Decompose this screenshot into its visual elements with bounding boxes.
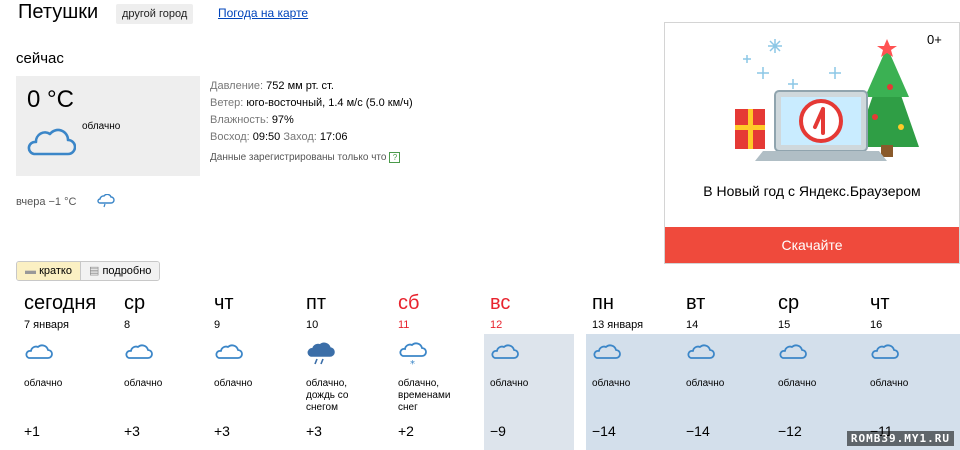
tab-detailed-label: подробно (102, 265, 152, 277)
day-name: вт (686, 292, 706, 314)
day-name: чт (214, 292, 234, 314)
day-name: чт (870, 292, 890, 314)
day-temperature: +3 (214, 423, 230, 439)
day-temperature: +3 (306, 423, 322, 439)
cloud-snow-icon: * (398, 342, 428, 373)
day-date: 12 (490, 319, 503, 331)
cloud-icon (124, 342, 154, 367)
forecast-day[interactable]: вт 14 облачно −14 (686, 292, 778, 439)
tab-short[interactable]: ▬ кратко (17, 262, 81, 280)
day-temperature: −12 (778, 423, 802, 439)
cloud-icon (592, 342, 622, 367)
day-name: вс (490, 292, 511, 314)
day-date: 7 января (24, 319, 69, 331)
data-note-text: Данные зарегистрированы только что (210, 152, 387, 164)
yesterday-temperature: вчера −1 °C (16, 196, 77, 208)
sunset-label: Заход: (283, 131, 317, 143)
weather-details: Давление: 752 мм рт. ст. Ветер: юго-вост… (210, 78, 413, 146)
forecast-day[interactable]: ср 15 облачно −12 (778, 292, 870, 439)
svg-text:*: * (410, 359, 415, 368)
day-condition: облачно (490, 378, 529, 389)
forecast-day[interactable]: чт16облачно−11 (870, 292, 960, 439)
forecast-day[interactable]: сегодня 7 января облачно +1 (24, 292, 116, 439)
day-condition: облачно, дождь со снегом (306, 378, 349, 413)
ad-banner[interactable]: 0+ В Новый год с Яндекс.Браузером Скачай… (664, 22, 960, 264)
ad-headline: В Новый год с Яндекс.Браузером (703, 183, 921, 199)
detailed-view-icon: ▤ (88, 265, 100, 277)
wind-label: Ветер: (210, 97, 244, 109)
other-city-button[interactable]: другой город (116, 4, 194, 24)
now-label: сейчас (16, 50, 64, 67)
city-name: Петушки (18, 1, 99, 23)
day-name: пт (306, 292, 326, 314)
day-date: 9 (214, 319, 221, 331)
forecast-day[interactable]: чт 9 облачно +3 (214, 292, 306, 439)
forecast-day[interactable]: вс 12 облачно −9 (490, 292, 582, 439)
day-name: ср (124, 292, 146, 314)
day-name: пн (592, 292, 614, 314)
cloud-icon (778, 342, 808, 367)
day-date: 10 (306, 319, 319, 331)
cloud-icon (214, 342, 244, 367)
day-condition: облачно (214, 378, 253, 389)
day-condition: облачно, временами снег (398, 378, 451, 413)
day-condition: облачно (778, 378, 817, 389)
now-condition: облачно (82, 121, 121, 132)
forecast-day[interactable]: сб 11 * облачно, временами снег +2 (398, 292, 490, 439)
cloud-icon (870, 342, 900, 367)
day-temperature: −14 (592, 423, 616, 439)
tab-short-label: кратко (39, 265, 72, 277)
day-date: 8 (124, 319, 131, 331)
forecast-day[interactable]: пт 10 облачно, дождь со снегом +3 (306, 292, 398, 439)
pressure-label: Давление: (210, 80, 264, 92)
humidity-label: Влажность: (210, 114, 269, 126)
cloud-rain-snow-icon (306, 342, 336, 373)
forecast-day[interactable]: пн 13 января облачно −14 (592, 292, 684, 439)
humidity-value: 97% (271, 114, 294, 126)
day-date: 15 (778, 319, 791, 331)
forecast-day[interactable]: ср 8 облачно +3 (124, 292, 216, 439)
data-note: Данные зарегистрированы только что? (210, 152, 401, 164)
sunrise-value: 09:50 (252, 131, 281, 143)
day-name: сегодня (24, 292, 97, 314)
day-date: 14 (686, 319, 699, 331)
cloud-icon (24, 125, 77, 164)
cloud-icon (490, 342, 520, 367)
day-temperature: −14 (686, 423, 710, 439)
view-toggle[interactable]: ▬ кратко ▤ подробно (16, 261, 161, 281)
day-temperature: +3 (124, 423, 140, 439)
day-temperature: +1 (24, 423, 40, 439)
tab-detailed[interactable]: ▤ подробно (80, 262, 160, 280)
day-temperature: +2 (398, 423, 414, 439)
day-condition: облачно (124, 378, 163, 389)
day-date: 16 (870, 319, 883, 331)
sunrise-label: Восход: (210, 131, 250, 143)
wind-value: юго-восточный, 1.4 м/с (5.0 км/ч) (246, 97, 413, 109)
day-condition: облачно (686, 378, 725, 389)
pressure-value: 752 мм рт. ст. (266, 80, 334, 92)
cloud-icon (686, 342, 716, 367)
map-link[interactable]: Погода на карте (218, 6, 308, 20)
day-condition: облачно (24, 378, 63, 389)
now-temperature: 0 °C (27, 86, 74, 113)
day-temperature: −9 (490, 423, 506, 439)
day-name: сб (398, 292, 420, 314)
watermark: ROMB39.MY1.RU (846, 431, 954, 446)
cloud-rain-icon (97, 193, 115, 213)
day-condition: облачно (870, 378, 909, 389)
day-date: 13 января (592, 319, 644, 331)
download-button[interactable]: Скачайте (665, 227, 959, 263)
day-date: 11 (398, 319, 410, 331)
age-rating: 0+ (927, 32, 942, 47)
cloud-icon (24, 342, 54, 367)
day-name: ср (778, 292, 800, 314)
day-condition: облачно (592, 378, 631, 389)
sunset-value: 17:06 (319, 131, 348, 143)
browser-promo-illustration (735, 39, 919, 161)
help-icon[interactable]: ? (389, 152, 401, 163)
short-view-icon: ▬ (25, 265, 36, 277)
